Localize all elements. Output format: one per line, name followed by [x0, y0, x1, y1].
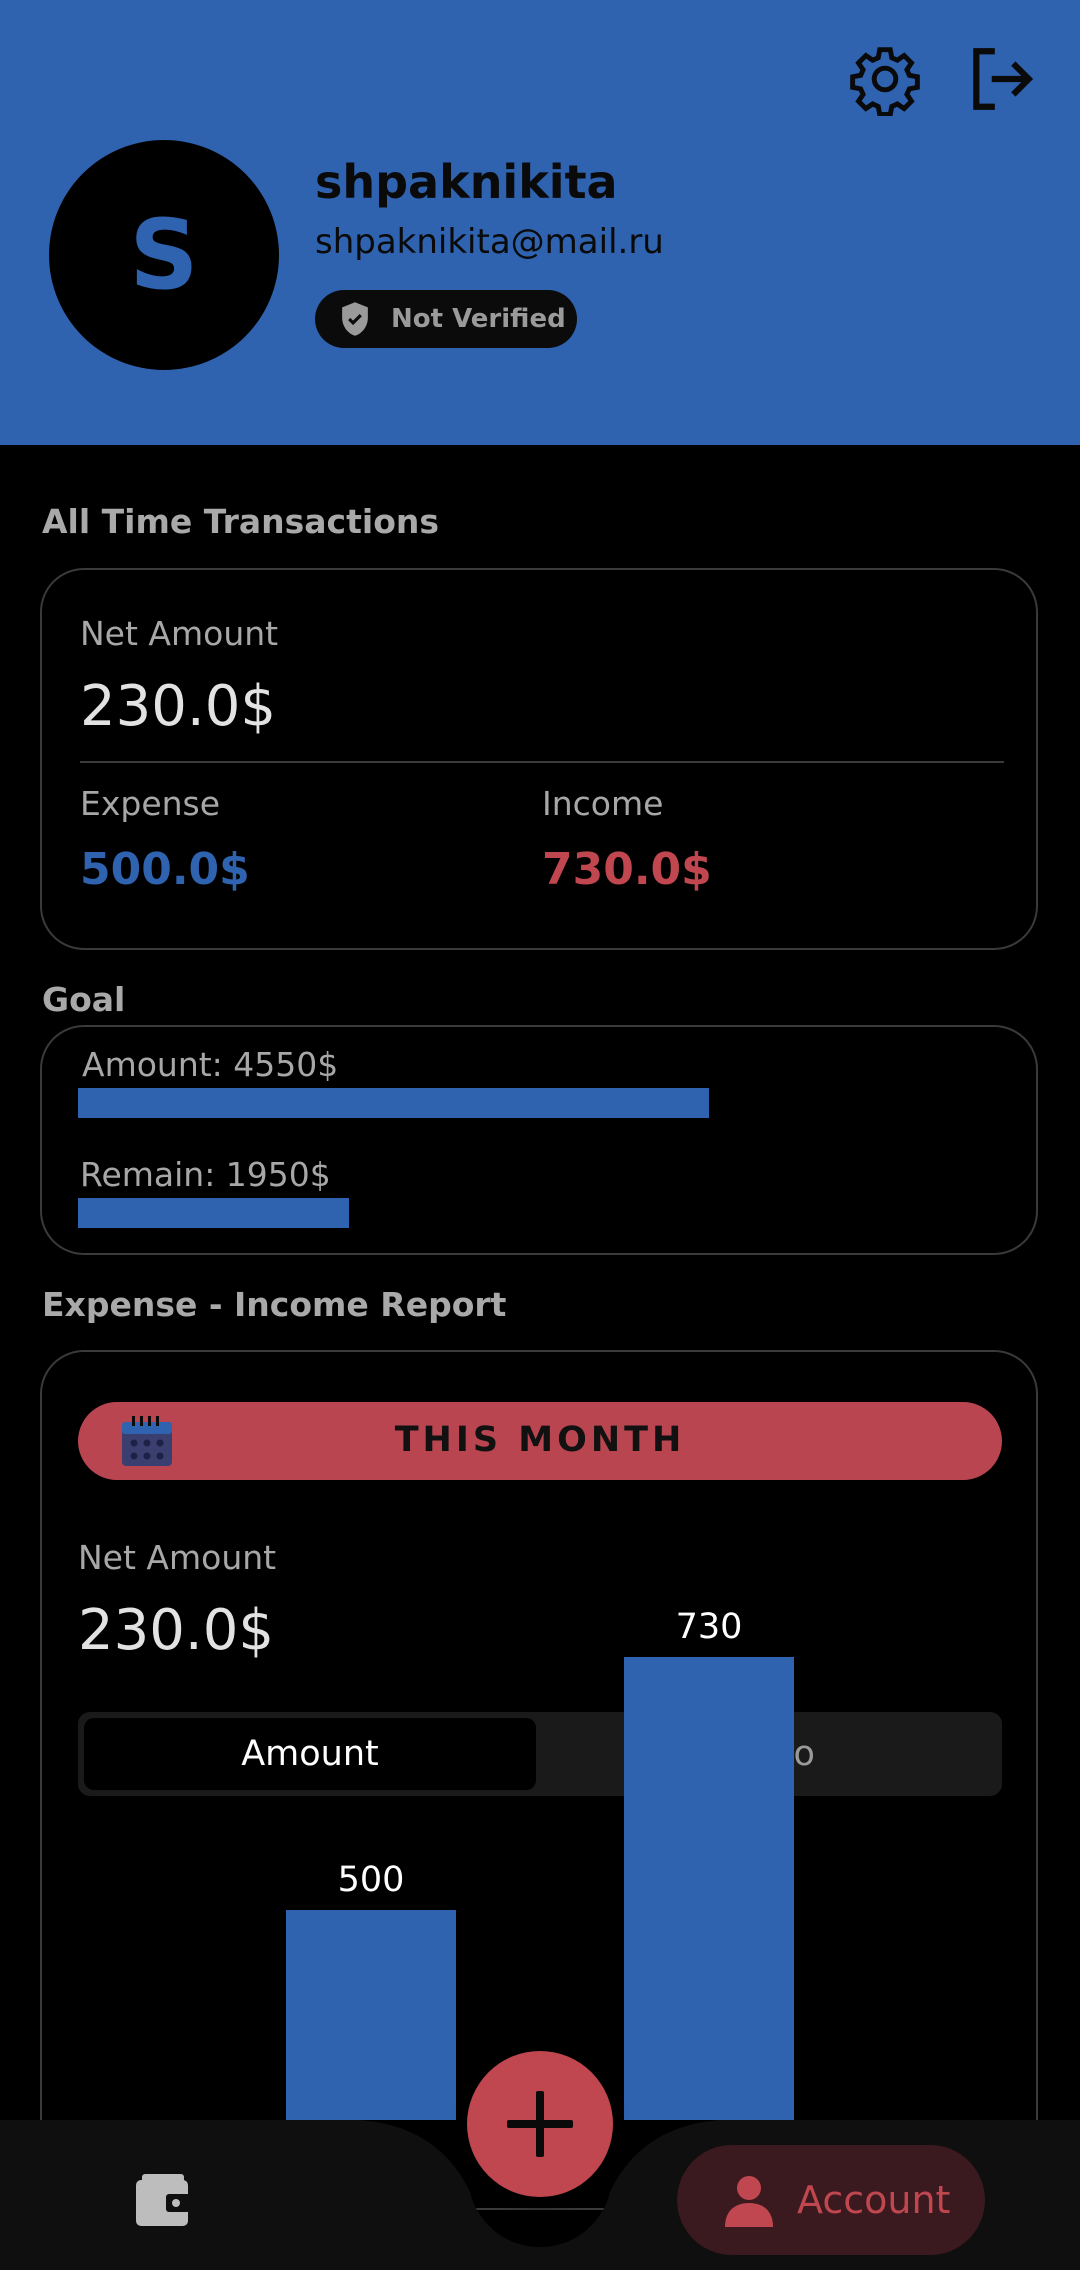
this-month-button[interactable]: THIS MONTH [78, 1402, 1002, 1480]
report-title: Expense - Income Report [42, 1285, 507, 1324]
avatar-initial: S [129, 199, 199, 311]
logout-icon[interactable] [964, 42, 1038, 116]
goal-amount-bar [78, 1088, 709, 1118]
chart-bar-expense [286, 1910, 456, 2120]
net-amount-label: Net Amount [80, 614, 279, 653]
username: shpaknikita [315, 155, 618, 209]
badge-label: Not Verified [391, 304, 566, 334]
report-net-value: 230.0$ [78, 1598, 274, 1663]
amount-ratio-toggle: Amount Ratio [78, 1712, 1002, 1796]
add-transaction-button[interactable] [467, 2051, 613, 2197]
goal-title: Goal [42, 980, 126, 1019]
person-icon [725, 2176, 773, 2227]
shield-check-icon [342, 302, 368, 336]
chart-data-label-expense: 500 [337, 1860, 405, 1900]
chart-bar-income [624, 1657, 794, 2120]
verification-badge: Not Verified [315, 290, 577, 348]
all-time-title: All Time Transactions [42, 502, 440, 541]
settings-gear-icon[interactable] [848, 42, 922, 116]
income-label: Income [542, 784, 664, 823]
user-email: shpaknikita@mail.ru [315, 222, 664, 262]
profile-header: S shpaknikita shpaknikita@mail.ru Not Ve… [0, 0, 1080, 445]
nav-account[interactable]: Account [677, 2145, 985, 2255]
net-amount-value: 230.0$ [80, 674, 276, 739]
goal-remain-label: Remain: 1950$ [80, 1155, 331, 1194]
income-value: 730.0$ [542, 844, 712, 895]
divider [80, 761, 1004, 763]
toggle-amount[interactable]: Amount [84, 1718, 536, 1790]
expense-value: 500.0$ [80, 844, 250, 895]
avatar: S [49, 140, 279, 370]
chart-data-label-income: 730 [675, 1607, 743, 1647]
goal-amount-label: Amount: 4550$ [82, 1045, 339, 1084]
this-month-label: THIS MONTH [394, 1420, 686, 1460]
expense-label: Expense [80, 784, 221, 823]
all-time-card: Net Amount 230.0$ Expense 500.0$ Income … [40, 568, 1038, 950]
report-net-label: Net Amount [78, 1538, 277, 1577]
goal-remain-bar [78, 1198, 349, 1228]
nav-account-label: Account [797, 2178, 951, 2222]
wallet-icon[interactable] [132, 2172, 194, 2230]
